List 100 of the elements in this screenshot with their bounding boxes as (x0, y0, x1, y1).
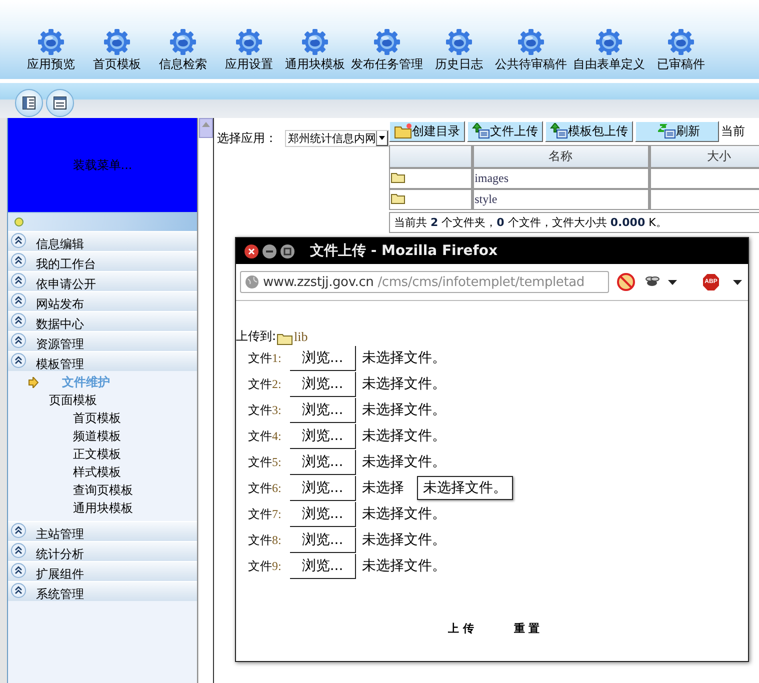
menu-item[interactable]: 样式模板 (73, 464, 121, 480)
table-cell[interactable]: style (472, 189, 650, 210)
menu-item[interactable]: 通用块模板 (73, 500, 133, 516)
gear-icon (36, 28, 66, 56)
toolbar-item[interactable]: 公共待审稿件 (492, 28, 570, 76)
menu-section[interactable]: 主站管理 (8, 521, 198, 541)
dropdown-arrow-icon (379, 136, 385, 140)
file-label: 文件2: (248, 376, 282, 392)
file-status: 未选择文件。 (362, 375, 446, 393)
file-status: 未选择文件。 (362, 531, 446, 549)
toolbar-item[interactable]: 历史日志 (426, 28, 492, 76)
upload-icon (550, 123, 568, 139)
tooltip: 未选择文件。 (417, 476, 513, 500)
layout-toggle-button[interactable] (46, 89, 74, 117)
file-label: 文件9: (248, 558, 282, 574)
toolbar-button[interactable]: 刷新 (635, 120, 719, 142)
folder-icon (391, 171, 405, 183)
file-status: 未选择文件。 (362, 557, 446, 575)
folder-icon (394, 123, 412, 139)
collapse-icon (11, 233, 26, 248)
file-label: 文件5: (248, 454, 282, 470)
arrow-icon (28, 376, 39, 388)
file-label: 文件4: (248, 428, 282, 444)
menu-section[interactable]: 网站发布 (8, 291, 198, 311)
form-action-link[interactable]: 重 置 (514, 621, 540, 636)
menu-section[interactable]: 扩展组件 (8, 561, 198, 581)
gear-icon (666, 28, 696, 56)
address-field[interactable]: www.zzstjj.gov.cn /cms/cms/infotemplet/templetad (240, 271, 610, 293)
browse-button[interactable]: 浏览... (290, 502, 356, 527)
dropdown-arrow-icon[interactable] (668, 280, 677, 284)
column-header: 名称 (472, 145, 650, 168)
menu-item[interactable]: 查询页模板 (73, 482, 133, 498)
menu-section[interactable]: 系统管理 (8, 581, 198, 601)
browse-button[interactable]: 浏览... (290, 554, 356, 579)
maximize-icon[interactable] (280, 244, 295, 258)
menu-section[interactable]: 模板管理 (8, 351, 198, 371)
panel-icon (22, 96, 36, 110)
toolbar-item[interactable]: 首页模板 (84, 28, 150, 76)
gear-icon (516, 28, 546, 56)
file-status: 未选择文件。 (362, 427, 446, 445)
file-status: 未选择文件。 (362, 453, 446, 471)
blocked-script-icon[interactable] (617, 273, 635, 291)
toolbar-button[interactable]: 文件上传 (467, 120, 543, 142)
upload-icon (472, 123, 490, 139)
toolbar-button[interactable]: 创建目录 (389, 120, 465, 142)
menu-item[interactable]: 首页模板 (73, 410, 121, 426)
collapse-icon (11, 333, 26, 348)
gear-icon (102, 28, 132, 56)
gear-icon (234, 28, 264, 56)
toolbar-item[interactable]: 发布任务管理 (348, 28, 426, 76)
browse-button[interactable]: 浏览... (290, 398, 356, 423)
browse-button[interactable]: 浏览... (290, 346, 356, 371)
toolbar-text: 当前 (721, 122, 745, 140)
file-summary: 当前共 2 个文件夹，0 个文件，文件大小共 0.000 K。 (394, 215, 667, 230)
app-select[interactable]: 郑州统计信息内网 (285, 130, 389, 147)
browse-button[interactable]: 浏览... (290, 476, 356, 501)
collapse-icon (11, 543, 26, 558)
file-status: 未选择文件。 (362, 505, 446, 523)
collapse-icon (11, 353, 26, 368)
browse-button[interactable]: 浏览... (290, 528, 356, 553)
menu-item[interactable]: 正文模板 (73, 446, 121, 462)
toolbar-button[interactable]: 模板包上传 (545, 120, 633, 142)
window-title: 文件上传 - Mozilla Firefox (310, 242, 498, 260)
menu-section[interactable]: 资源管理 (8, 331, 198, 351)
folder-icon (277, 332, 294, 345)
menu-section[interactable]: 我的工作台 (8, 251, 198, 271)
toolbar-item[interactable]: 应用预览 (18, 28, 84, 76)
toolbar-item[interactable]: 信息检索 (150, 28, 216, 76)
fly-icon[interactable] (642, 275, 660, 289)
menu-section[interactable]: 统计分析 (8, 541, 198, 561)
browse-button[interactable]: 浏览... (290, 372, 356, 397)
browse-button[interactable]: 浏览... (290, 450, 356, 475)
form-action-link[interactable]: 上 传 (448, 621, 474, 636)
close-icon[interactable] (244, 244, 259, 258)
collapse-icon (11, 293, 26, 308)
toolbar-item[interactable]: 应用设置 (216, 28, 282, 76)
dropdown-arrow-icon[interactable] (733, 280, 742, 284)
window-icon (53, 96, 67, 110)
gear-icon (594, 28, 624, 56)
app-select-label: 选择应用： (217, 130, 277, 147)
file-label: 文件6: (248, 480, 282, 496)
toolbar-item[interactable]: 已审稿件 (648, 28, 714, 76)
file-status: 未选择文件。 (362, 349, 446, 367)
menu-section[interactable]: 依申请公开 (8, 271, 198, 291)
file-label: 文件7: (248, 506, 282, 522)
menu-section[interactable]: 数据中心 (8, 311, 198, 331)
menu-item[interactable]: 页面模板 (49, 392, 97, 408)
file-label: 文件8: (248, 532, 282, 548)
toolbar-item[interactable]: 通用块模板 (282, 28, 348, 76)
gear-icon (168, 28, 198, 56)
menu-section[interactable]: 信息编辑 (8, 231, 198, 251)
minimize-icon[interactable] (262, 244, 277, 258)
menu-item[interactable]: 频道模板 (73, 428, 121, 444)
folder-icon (391, 192, 405, 204)
file-status: 未选择 (362, 479, 404, 497)
toolbar-item[interactable]: 自由表单定义 (570, 28, 648, 76)
table-cell[interactable]: images (472, 168, 650, 189)
sidebar-toggle-button[interactable] (15, 89, 43, 117)
collapse-icon (11, 273, 26, 288)
browse-button[interactable]: 浏览... (290, 424, 356, 449)
